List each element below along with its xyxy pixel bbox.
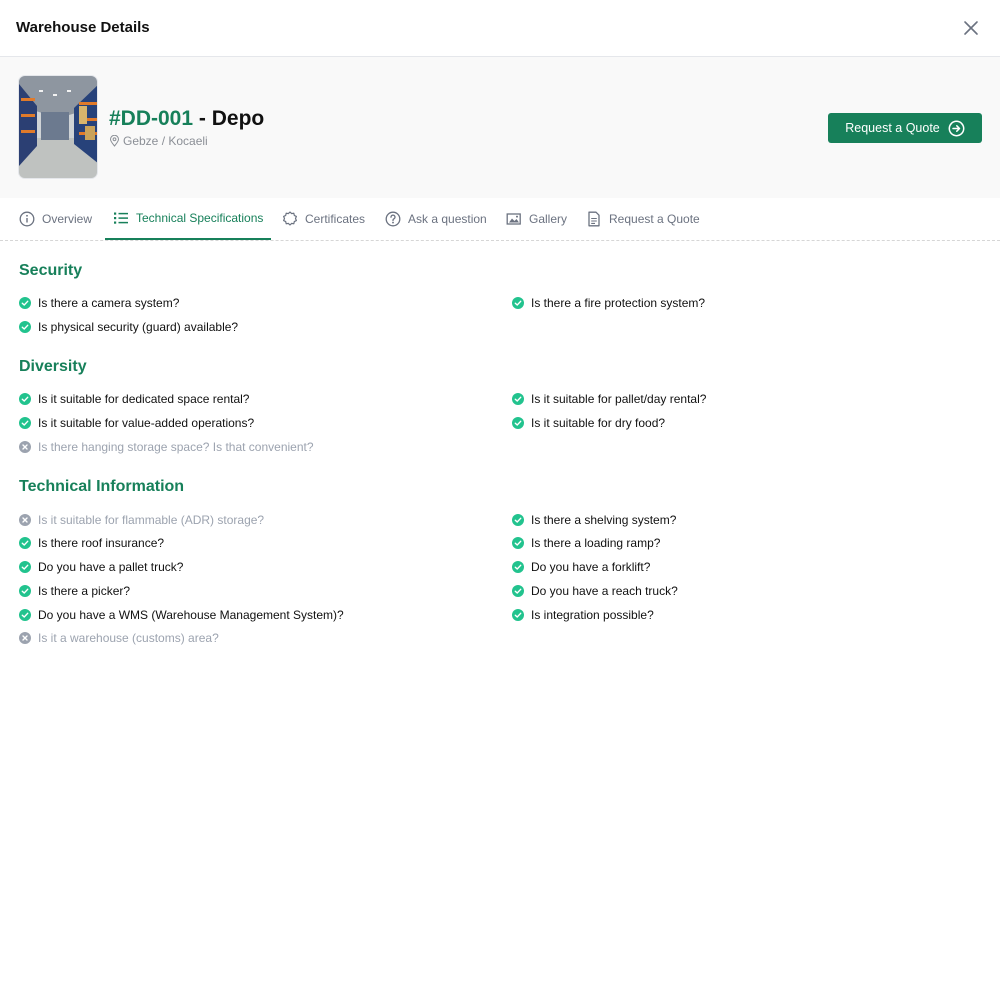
- arrow-circle-right-icon: [948, 120, 965, 136]
- check-circle-icon: [512, 297, 524, 309]
- spec-label: Is there a picker?: [38, 584, 131, 598]
- spec-label: Is it suitable for dedicated space renta…: [38, 392, 250, 406]
- spec-label: Is it suitable for value-added operation…: [38, 416, 255, 430]
- spec-item: Is there a loading ramp?: [512, 536, 660, 550]
- spec-label: Is it a warehouse (customs) area?: [38, 631, 219, 645]
- tab-label: Gallery: [529, 212, 568, 226]
- spec-item: Do you have a pallet truck?: [19, 560, 183, 574]
- spec-item: Is there a fire protection system?: [512, 296, 705, 310]
- section-title-technical-information: Technical Information: [19, 478, 185, 495]
- spec-label: Is it suitable for dry food?: [531, 416, 666, 430]
- spec-label: Is there a fire protection system?: [531, 296, 706, 310]
- x-circle-icon: [19, 632, 31, 644]
- section-title-security: Security: [19, 262, 83, 279]
- tab-technical-specifications[interactable]: Technical Specifications: [105, 198, 272, 240]
- section-title-diversity: Diversity: [19, 358, 87, 375]
- question-icon: [385, 211, 401, 227]
- check-circle-icon: [512, 514, 524, 526]
- close-icon[interactable]: [960, 17, 982, 39]
- spec-item: Is there a picker?: [19, 584, 130, 598]
- check-circle-icon: [512, 561, 524, 573]
- spec-item: Do you have a reach truck?: [512, 584, 678, 598]
- spec-label: Do you have a pallet truck?: [38, 560, 184, 574]
- spec-label: Do you have a reach truck?: [531, 584, 678, 598]
- info-icon: [19, 211, 35, 227]
- tab-label: Ask a question: [408, 212, 487, 226]
- image-icon: [506, 213, 521, 225]
- spec-item: Is there a camera system?: [19, 296, 179, 310]
- request-quote-label: Request a Quote: [845, 121, 940, 135]
- spec-item: Is it a warehouse (customs) area?: [19, 631, 219, 645]
- spec-label: Is there a camera system?: [38, 296, 180, 310]
- spec-item: Is there roof insurance?: [19, 536, 164, 550]
- request-quote-button[interactable]: Request a Quote: [828, 113, 982, 143]
- check-circle-icon: [512, 609, 524, 621]
- spec-item: Is it suitable for value-added operation…: [19, 416, 254, 430]
- spec-label: Is integration possible?: [531, 608, 654, 622]
- spec-label: Is it suitable for flammable (ADR) stora…: [38, 513, 265, 527]
- spec-item: Is physical security (guard) available?: [19, 320, 238, 334]
- spec-item: Is there a shelving system?: [512, 513, 676, 527]
- warehouse-name: Depo: [211, 107, 265, 130]
- list-icon: [114, 212, 128, 224]
- location-text: Gebze / Kocaeli: [123, 134, 208, 148]
- check-circle-icon: [19, 585, 31, 597]
- spec-label: Is it suitable for pallet/day rental?: [531, 392, 707, 406]
- badge-icon: [283, 211, 297, 226]
- tab-label: Technical Specifications: [136, 211, 264, 225]
- spec-label: Is there a loading ramp?: [531, 536, 661, 550]
- check-circle-icon: [512, 537, 524, 549]
- spec-item: Is it suitable for pallet/day rental?: [512, 392, 706, 406]
- check-circle-icon: [19, 609, 31, 621]
- tab-overview[interactable]: Overview: [19, 198, 92, 240]
- check-circle-icon: [512, 393, 524, 405]
- warehouse-summary: #DD-001 - Depo Gebze / Kocaeli Request a…: [0, 57, 1000, 198]
- check-circle-icon: [19, 393, 31, 405]
- spec-label: Is there a shelving system?: [531, 513, 677, 527]
- title-separator: -: [193, 107, 212, 130]
- modal-header: Warehouse Details: [0, 0, 1000, 57]
- warehouse-location: Gebze / Kocaeli: [109, 134, 208, 148]
- location-pin-icon: [109, 135, 120, 147]
- warehouse-title: #DD-001 - Depo: [109, 107, 264, 131]
- spec-label: Do you have a WMS (Warehouse Management …: [38, 608, 344, 622]
- tab-request-quote[interactable]: Request a Quote: [586, 198, 700, 240]
- warehouse-code: #DD-001: [109, 107, 194, 130]
- spec-label: Is physical security (guard) available?: [38, 320, 239, 334]
- tab-ask-question[interactable]: Ask a question: [385, 198, 487, 240]
- tab-bar: Overview Technical Specifications Certif…: [0, 198, 1000, 241]
- check-circle-icon: [19, 321, 31, 333]
- check-circle-icon: [512, 585, 524, 597]
- tab-label: Overview: [42, 212, 93, 226]
- document-icon: [588, 211, 600, 227]
- spec-label: Is there roof insurance?: [38, 536, 165, 550]
- spec-item: Do you have a forklift?: [512, 560, 650, 574]
- tab-gallery[interactable]: Gallery: [506, 198, 567, 240]
- modal-title: Warehouse Details: [16, 19, 150, 36]
- spec-item: Is integration possible?: [512, 608, 654, 622]
- tab-label: Certificates: [305, 212, 366, 226]
- x-circle-icon: [19, 441, 31, 453]
- warehouse-thumbnail[interactable]: [18, 75, 98, 179]
- spec-label: Is there hanging storage space? Is that …: [38, 440, 314, 454]
- spec-item: Is it suitable for dry food?: [512, 416, 665, 430]
- x-circle-icon: [19, 514, 31, 526]
- spec-item: Do you have a WMS (Warehouse Management …: [19, 608, 344, 622]
- check-circle-icon: [19, 537, 31, 549]
- check-circle-icon: [19, 417, 31, 429]
- tab-label: Request a Quote: [609, 212, 700, 226]
- check-circle-icon: [19, 297, 31, 309]
- check-circle-icon: [19, 561, 31, 573]
- spec-item: Is it suitable for dedicated space renta…: [19, 392, 249, 406]
- spec-item: Is there hanging storage space? Is that …: [19, 440, 314, 454]
- check-circle-icon: [512, 417, 524, 429]
- spec-item: Is it suitable for flammable (ADR) stora…: [19, 513, 264, 527]
- tab-certificates[interactable]: Certificates: [282, 198, 365, 240]
- spec-label: Do you have a forklift?: [531, 560, 651, 574]
